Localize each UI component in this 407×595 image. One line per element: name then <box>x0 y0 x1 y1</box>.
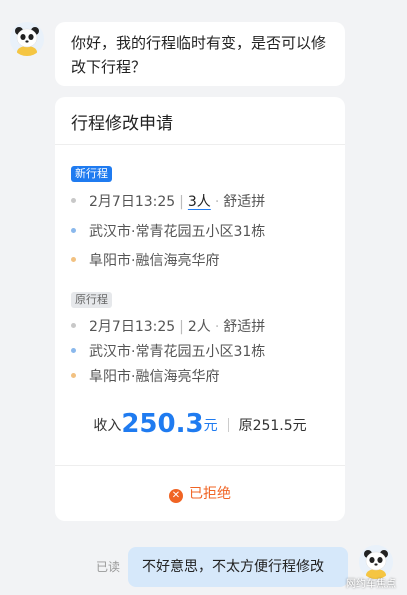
status-label: 已拒绝 <box>189 486 231 502</box>
old-trip-destination-row: 阜阳市·融信海亮华府 <box>71 367 219 387</box>
income-amount: 250.3 <box>121 409 204 439</box>
old-trip-destination: 阜阳市·融信海亮华府 <box>89 369 220 385</box>
panda-avatar-icon <box>10 22 44 56</box>
new-trip-destination-row: 阜阳市·融信海亮华府 <box>71 251 219 271</box>
new-trip-datetime: 2月7日13:25 <box>89 194 176 210</box>
income-divider <box>227 418 229 432</box>
new-trip-origin: 武汉市·常青花园五小区31栋 <box>89 224 266 240</box>
outgoing-message-bubble: 不好意思，不太方便行程修改 <box>128 547 348 587</box>
new-trip-tag: 新行程 <box>71 166 112 182</box>
income-unit: 元 <box>203 418 218 434</box>
new-trip-passengers: 3人 <box>187 194 211 210</box>
outgoing-message-text: 不好意思，不太方便行程修改 <box>142 559 324 575</box>
incoming-message-bubble: 你好，我的行程临时有变，是否可以修改下行程？ <box>55 22 345 86</box>
destination-dot-icon <box>71 373 76 378</box>
income-label: 收入 <box>93 418 122 434</box>
old-trip-passengers: 2人 <box>187 319 211 335</box>
income-row: 收入250.3元 原251.5元 <box>55 409 345 443</box>
old-trip-tag: 原行程 <box>71 292 112 308</box>
driver-avatar[interactable] <box>10 22 44 56</box>
read-status: 已读 <box>96 560 121 574</box>
new-trip-info-row: 2月7日13:25 | 3人 · 舒适拼 <box>71 192 265 212</box>
card-title: 行程修改申请 <box>55 97 345 145</box>
new-trip-ride-type: 舒适拼 <box>223 194 266 210</box>
origin-dot-icon <box>71 348 76 353</box>
watermark: 网约车焦点 <box>346 579 396 590</box>
old-trip-ride-type: 舒适拼 <box>223 319 266 335</box>
request-status: ✕ 已拒绝 <box>55 465 345 521</box>
incoming-message-text: 你好，我的行程临时有变，是否可以修改下行程？ <box>71 34 327 76</box>
old-trip-datetime: 2月7日13:25 <box>89 319 176 335</box>
destination-dot-icon <box>71 257 76 262</box>
close-circle-icon: ✕ <box>169 489 183 503</box>
trip-change-request-card: 行程修改申请 新行程 2月7日13:25 | 3人 · 舒适拼 武汉市·常青花园五小区3… <box>55 97 345 521</box>
original-income: 原251.5元 <box>238 418 307 434</box>
origin-dot-icon <box>71 228 76 233</box>
new-trip-destination: 阜阳市·融信海亮华府 <box>89 253 220 269</box>
new-trip-origin-row: 武汉市·常青花园五小区31栋 <box>71 222 265 242</box>
time-dot-icon <box>71 198 76 203</box>
old-trip-info-row: 2月7日13:25 | 2人 · 舒适拼 <box>71 317 265 337</box>
old-trip-origin: 武汉市·常青花园五小区31栋 <box>89 344 266 360</box>
panda-avatar-icon <box>359 545 393 579</box>
self-avatar[interactable] <box>359 545 393 579</box>
old-trip-origin-row: 武汉市·常青花园五小区31栋 <box>71 342 265 362</box>
time-dot-icon <box>71 323 76 328</box>
